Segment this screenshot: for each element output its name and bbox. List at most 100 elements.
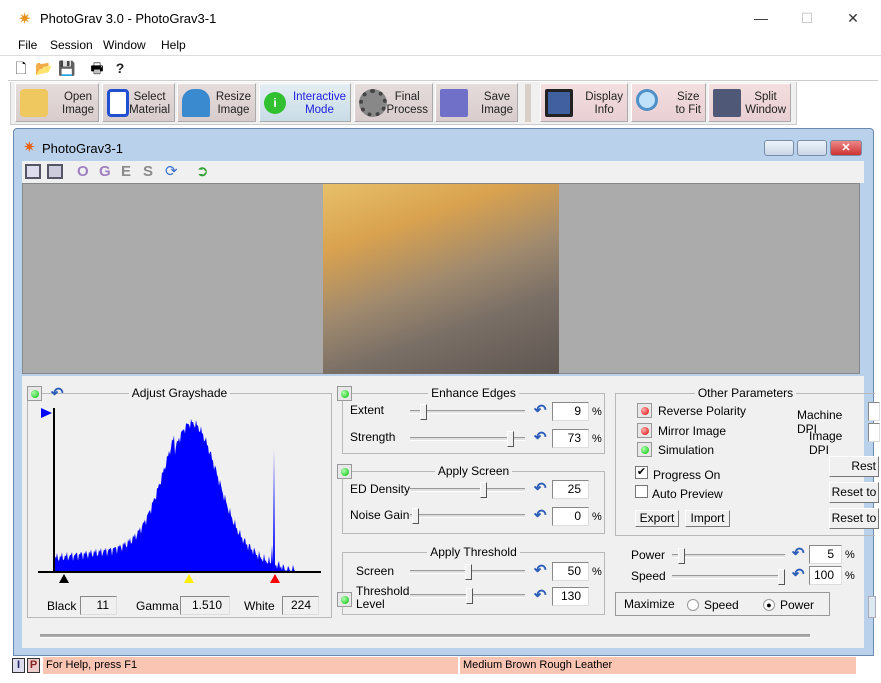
image-dpi-input[interactable] xyxy=(868,423,880,442)
interactive-mode-button[interactable]: i Interactive Mode xyxy=(259,83,351,122)
grayshade-enable-toggle[interactable] xyxy=(27,386,42,401)
display-info-button[interactable]: Display Info xyxy=(540,83,628,122)
screen-slider[interactable] xyxy=(410,564,525,580)
screen-view-icon[interactable]: S xyxy=(143,163,153,180)
threshold-level-input[interactable]: 130 xyxy=(552,587,589,606)
floppy-disk-icon xyxy=(440,89,468,117)
white-label: White xyxy=(244,599,275,613)
doc-minimize-button[interactable] xyxy=(764,140,794,156)
screen-reset-icon[interactable]: ↶ xyxy=(534,561,547,579)
gamma-marker xyxy=(184,574,194,583)
reset-to-button-1[interactable]: Reset to xyxy=(829,482,879,503)
ed-density-input[interactable]: 25 xyxy=(552,480,589,499)
threshold-level-slider[interactable] xyxy=(410,588,525,604)
menu-session[interactable]: Session xyxy=(50,38,93,52)
machine-dpi-input[interactable] xyxy=(868,402,880,421)
open-image-button[interactable]: Open Image xyxy=(15,83,99,122)
toolbar-separator xyxy=(525,84,531,122)
new-document-icon[interactable]: 🗋 xyxy=(12,59,30,77)
simulation-toggle[interactable] xyxy=(637,442,652,457)
reset-to-button-2[interactable]: Reset to xyxy=(829,508,879,529)
speed-input[interactable]: 100 xyxy=(809,566,842,585)
power-slider[interactable] xyxy=(672,548,785,564)
threshold-toggle[interactable] xyxy=(337,592,352,607)
print-icon[interactable]: 🖶 xyxy=(88,59,106,77)
ed-density-slider[interactable] xyxy=(410,482,525,498)
speed-slider[interactable] xyxy=(672,569,785,585)
edges-view-icon[interactable]: E xyxy=(121,163,131,180)
horizontal-scrollbar[interactable] xyxy=(40,634,810,638)
black-label: Black xyxy=(47,599,77,613)
mirror-image-toggle[interactable] xyxy=(637,423,652,438)
refresh-icon[interactable]: ⟳ xyxy=(165,162,178,180)
apply-screen-toggle[interactable] xyxy=(337,464,352,479)
grayshade-view-icon[interactable]: G xyxy=(99,163,111,180)
button-label: Select Material xyxy=(129,91,170,116)
noise-gain-reset-icon[interactable]: ↶ xyxy=(534,506,547,524)
button-label: Resize Image xyxy=(215,91,251,116)
select-material-button[interactable]: Select Material xyxy=(102,83,175,122)
help-icon[interactable]: ? xyxy=(111,59,129,77)
ed-density-reset-icon[interactable]: ↶ xyxy=(534,479,547,497)
reverse-polarity-label: Reverse Polarity xyxy=(658,404,747,418)
minimize-button[interactable]: — xyxy=(738,4,784,32)
close-button[interactable]: ✕ xyxy=(830,4,876,32)
power-input[interactable]: 5 xyxy=(809,545,842,564)
strength-slider[interactable] xyxy=(410,431,525,447)
size-to-fit-button[interactable]: Size to Fit xyxy=(631,83,706,122)
auto-preview-label: Auto Preview xyxy=(652,487,723,501)
magnifier-icon xyxy=(636,89,658,111)
status-material: Medium Brown Rough Leather xyxy=(460,657,856,674)
maximize-speed-radio[interactable] xyxy=(687,599,699,611)
menu-file[interactable]: File xyxy=(18,38,37,52)
strength-reset-icon[interactable]: ↶ xyxy=(534,428,547,446)
screen-input[interactable]: 50 xyxy=(552,562,589,581)
speed-label: Speed xyxy=(631,569,666,583)
menu-help[interactable]: Help xyxy=(161,38,186,52)
select-material-icon xyxy=(107,89,129,117)
noise-gain-slider[interactable] xyxy=(410,508,525,524)
resize-image-button[interactable]: Resize Image xyxy=(177,83,256,122)
maximize-power-radio[interactable]: ● xyxy=(763,599,775,611)
final-process-button[interactable]: Final Process xyxy=(354,83,433,122)
info-icon: i xyxy=(264,92,286,114)
menu-window[interactable]: Window xyxy=(103,38,146,52)
save-image-button[interactable]: Save Image xyxy=(435,83,518,122)
extent-input[interactable]: 9 xyxy=(552,402,589,421)
strength-input[interactable]: 73 xyxy=(552,429,589,448)
reverse-polarity-toggle[interactable] xyxy=(637,403,652,418)
maximize-power-label: Power xyxy=(780,598,815,612)
cascade-icon[interactable] xyxy=(25,164,41,179)
reset-button[interactable]: Rest xyxy=(829,456,879,477)
strength-label: Strength xyxy=(350,430,396,444)
auto-preview-checkbox[interactable] xyxy=(635,485,648,498)
doc-restore-button[interactable] xyxy=(797,140,827,156)
import-button[interactable]: Import xyxy=(685,510,730,527)
export-button[interactable]: Export xyxy=(635,510,679,527)
noise-gain-input[interactable]: 0 xyxy=(552,507,589,526)
enhance-edges-toggle[interactable] xyxy=(337,386,352,401)
save-disk-icon[interactable]: 💾 xyxy=(58,59,76,77)
side-button[interactable] xyxy=(868,596,876,618)
tile-icon[interactable] xyxy=(47,164,63,179)
process-arrow-icon[interactable]: ➲ xyxy=(196,162,209,180)
black-value: 11 xyxy=(80,596,117,615)
open-folder-icon[interactable]: 📂 xyxy=(35,59,53,77)
grayshade-reset-icon[interactable]: ↶ xyxy=(51,384,64,402)
maximize-speed-label: Speed xyxy=(704,598,739,612)
extent-reset-icon[interactable]: ↶ xyxy=(534,401,547,419)
threshold-level-reset-icon[interactable]: ↶ xyxy=(534,586,547,604)
power-reset-icon[interactable]: ↶ xyxy=(792,544,805,562)
extent-slider[interactable] xyxy=(410,404,525,420)
progress-on-checkbox[interactable]: ✔ xyxy=(635,466,648,479)
p-indicator-icon: P xyxy=(27,658,40,673)
doc-close-button[interactable]: ✕ xyxy=(830,140,862,156)
percent-label: % xyxy=(592,511,602,523)
original-view-icon[interactable]: O xyxy=(77,163,89,180)
maximize-button[interactable]: ☐ xyxy=(784,4,830,32)
document-window: ✷ PhotoGrav3-1 ✕ O G E S ⟳ ➲ Adjust Gray… xyxy=(13,128,880,656)
split-window-button[interactable]: Split Window xyxy=(708,83,791,122)
speed-reset-icon[interactable]: ↶ xyxy=(792,565,805,583)
menu-bar: File Session Window Help xyxy=(0,36,881,56)
document-toolbar: O G E S ⟳ ➲ xyxy=(22,161,864,183)
